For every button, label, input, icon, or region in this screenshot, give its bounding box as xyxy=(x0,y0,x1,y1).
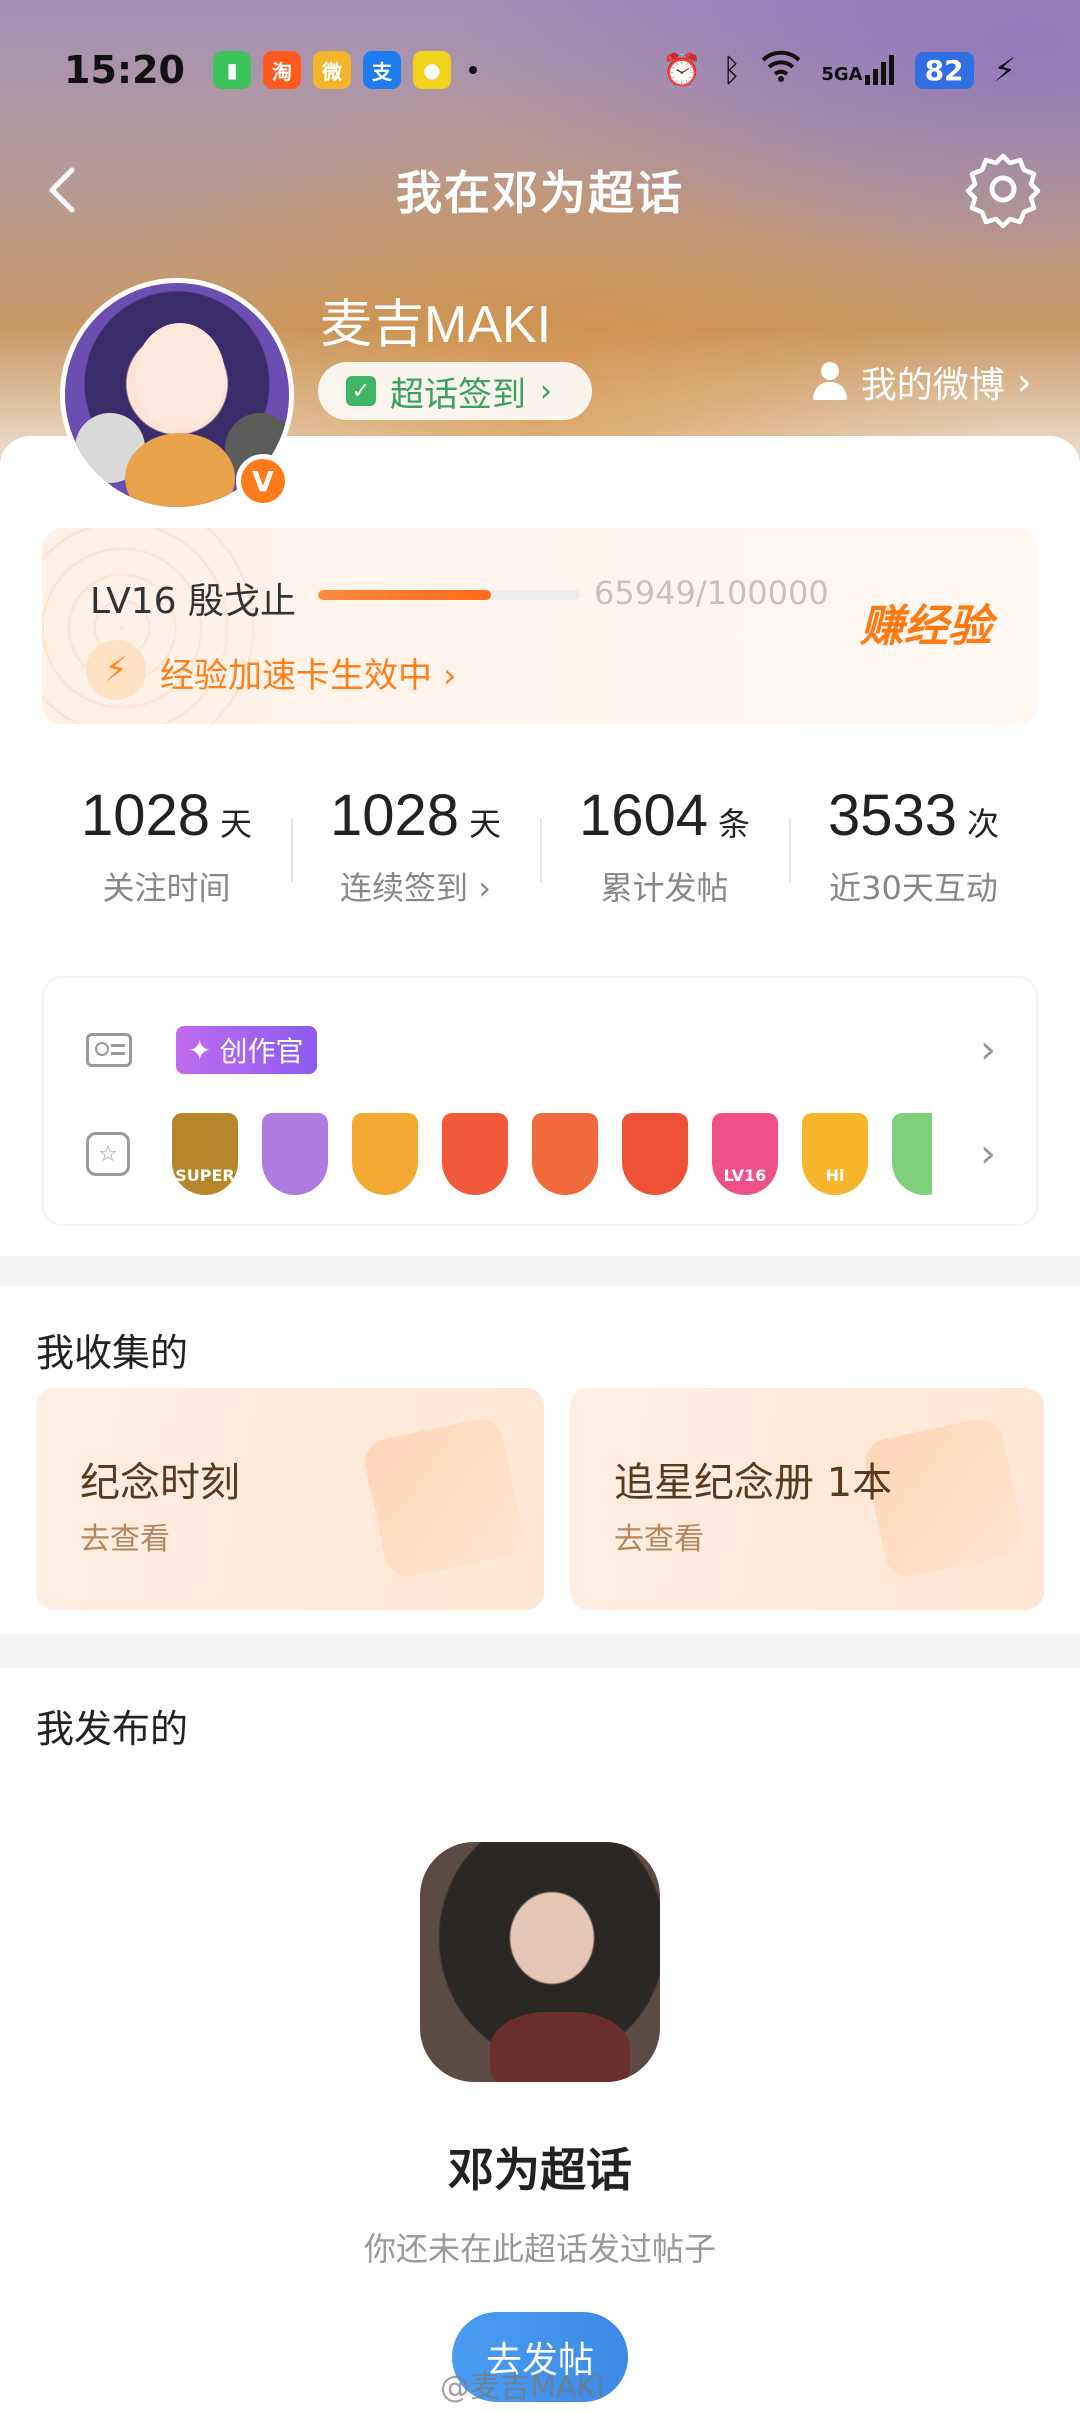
battery-indicator: 82 xyxy=(914,51,974,89)
crown-medal-icon xyxy=(352,1113,418,1195)
taobao-app-icon: 淘 xyxy=(262,51,301,89)
person-icon xyxy=(811,362,849,402)
back-arrow-icon[interactable] xyxy=(38,164,90,216)
checkin-label: 超话签到 xyxy=(390,374,526,415)
level-progress-text: 65949/100000 xyxy=(594,574,829,612)
card-title: 纪念时刻 xyxy=(80,1460,240,1506)
stat-value: 1028 xyxy=(80,783,210,848)
charging-icon: ⚡ xyxy=(993,51,1016,89)
id-card-icon xyxy=(86,1033,132,1067)
stat-checkin-streak[interactable]: 1028 天 连续签到 › xyxy=(291,756,540,916)
memorial-moments-card[interactable]: 纪念时刻 去查看 xyxy=(36,1388,544,1610)
stats-row: 1028 天 关注时间 1028 天 连续签到 › 1604 条 累计发帖 3533 次… xyxy=(42,756,1038,916)
username: 麦吉MAKI xyxy=(320,296,552,354)
medal-star-icon: ☆ xyxy=(86,1132,130,1176)
lv16-medal-icon: LV16 xyxy=(712,1113,778,1195)
stat-unit: 条 xyxy=(718,806,751,842)
super-medal-icon: SUPER xyxy=(172,1113,238,1195)
watermark: @麦吉MAKI xyxy=(440,2370,605,2405)
level-progress-bar xyxy=(318,590,580,600)
stat-value: 1028 xyxy=(329,783,459,848)
boost-card-link[interactable]: 经验加速卡生效中 › xyxy=(160,648,456,697)
badge-card: ✦ 创作官 › ☆ SUPER LV16 Hi › xyxy=(42,976,1038,1226)
posts-title: 我发布的 xyxy=(36,1707,189,1751)
card-title: 追星纪念册 1本 xyxy=(614,1460,893,1506)
chevron-right-icon: › xyxy=(468,869,491,907)
dragon-medal-2-icon xyxy=(532,1113,598,1195)
hi-medal-icon: Hi xyxy=(802,1113,868,1195)
chevron-right-icon: › xyxy=(1016,360,1032,404)
stat-value: 1604 xyxy=(578,783,708,848)
collection-section: 我收集的 纪念时刻 去查看 追星纪念册 1本 去查看 xyxy=(0,1286,1080,1634)
battery-saver-app-icon: ▮ xyxy=(212,51,251,89)
stat-label: 连续签到 xyxy=(340,869,469,907)
identity-row[interactable]: ✦ 创作官 › xyxy=(86,1022,996,1078)
rocket-icon: ✦ xyxy=(188,1033,212,1067)
avatar-face-illustration xyxy=(135,323,225,428)
stat-follow-days: 1028 天 关注时间 xyxy=(42,756,291,916)
stat-unit: 天 xyxy=(469,806,502,842)
chevron-right-icon: › xyxy=(442,656,457,696)
my-weibo-link[interactable]: 我的微博 › xyxy=(811,356,1032,408)
level-label: LV16 殷戈止 xyxy=(90,581,296,622)
page-title: 我在邓为超话 xyxy=(396,166,684,220)
status-bar: 15:20 ▮ 淘微支 ● ⏰ ᛒ 5GA 82 ⚡ xyxy=(0,0,1080,140)
status-app-icons: ▮ 淘微支 ● xyxy=(212,51,451,89)
medals-row[interactable]: ☆ SUPER LV16 Hi › xyxy=(86,1108,996,1200)
weibo-app-icon: 微 xyxy=(312,51,351,89)
level-panel[interactable]: LV16 殷戈止 65949/100000 赚经验 ⚡ 经验加速卡生效中 › xyxy=(42,528,1038,724)
checkin-button[interactable]: ✓ 超话签到 › xyxy=(318,362,592,420)
stat-total-posts: 1604 条 累计发帖 xyxy=(540,756,789,916)
settings-gear-icon[interactable] xyxy=(964,150,1042,228)
green-medal-icon xyxy=(892,1113,932,1195)
creator-tag-label: 创作官 xyxy=(219,1035,304,1068)
stat-value: 3533 xyxy=(827,783,957,848)
dragon-medal-1-icon xyxy=(442,1113,508,1195)
stat-label: 累计发帖 xyxy=(600,869,729,907)
cellular-signal-icon: 5GA xyxy=(821,55,894,85)
status-time: 15:20 xyxy=(64,48,185,92)
character-medal-icon xyxy=(262,1113,328,1195)
nav-bar: 我在邓为超话 xyxy=(0,140,1080,240)
stat-interactions-30d: 3533 次 近30天互动 xyxy=(789,756,1038,916)
posts-section: 我发布的 邓为超话 你还未在此超话发过帖子 去发帖 xyxy=(0,1668,1080,2412)
alarm-icon: ⏰ xyxy=(662,51,703,89)
status-indicators: ⏰ ᛒ 5GA 82 ⚡ xyxy=(662,50,1016,90)
main-card: LV16 殷戈止 65949/100000 赚经验 ⚡ 经验加速卡生效中 › 1… xyxy=(0,436,1080,1256)
avatar-pomeranian-illustration xyxy=(125,433,235,507)
my-weibo-label: 我的微博 xyxy=(860,365,1005,406)
bluetooth-icon: ᛒ xyxy=(722,51,742,89)
earn-exp-button[interactable]: 赚经验 xyxy=(860,590,992,654)
chevron-right-icon: › xyxy=(980,1131,996,1177)
card-subtitle: 去查看 xyxy=(80,1522,170,1557)
boost-label: 经验加速卡生效中 xyxy=(160,656,432,696)
chevron-right-icon: › xyxy=(980,1027,996,1073)
stat-unit: 天 xyxy=(220,806,253,842)
stat-label: 近30天互动 xyxy=(829,869,998,907)
chevron-right-icon: › xyxy=(540,373,552,409)
signal-label: 5GA xyxy=(821,64,863,85)
fan-album-card[interactable]: 追星纪念册 1本 去查看 xyxy=(570,1388,1044,1610)
empty-posts-text: 你还未在此超话发过帖子 xyxy=(363,2230,716,2268)
wifi-icon xyxy=(761,50,801,90)
dragon-medal-3-icon xyxy=(622,1113,688,1195)
stat-label: 关注时间 xyxy=(102,869,231,907)
calendar-check-icon: ✓ xyxy=(346,376,376,406)
level-progress-fill xyxy=(318,590,491,600)
notification-dot xyxy=(468,66,477,74)
topic-name: 邓为超话 xyxy=(448,2143,632,2197)
medal-list: SUPER LV16 Hi xyxy=(172,1113,932,1195)
calendar-illustration-icon xyxy=(360,1414,528,1582)
verified-badge: V xyxy=(236,454,290,508)
lightning-icon: ⚡ xyxy=(86,640,146,700)
other-app-icon: ● xyxy=(412,51,451,89)
card-subtitle: 去查看 xyxy=(614,1522,704,1557)
topic-avatar xyxy=(420,1842,660,2082)
stat-unit: 次 xyxy=(967,806,1000,842)
creator-tag[interactable]: ✦ 创作官 xyxy=(176,1026,318,1074)
alipay-app-icon: 支 xyxy=(362,51,401,89)
collection-title: 我收集的 xyxy=(36,1331,189,1375)
